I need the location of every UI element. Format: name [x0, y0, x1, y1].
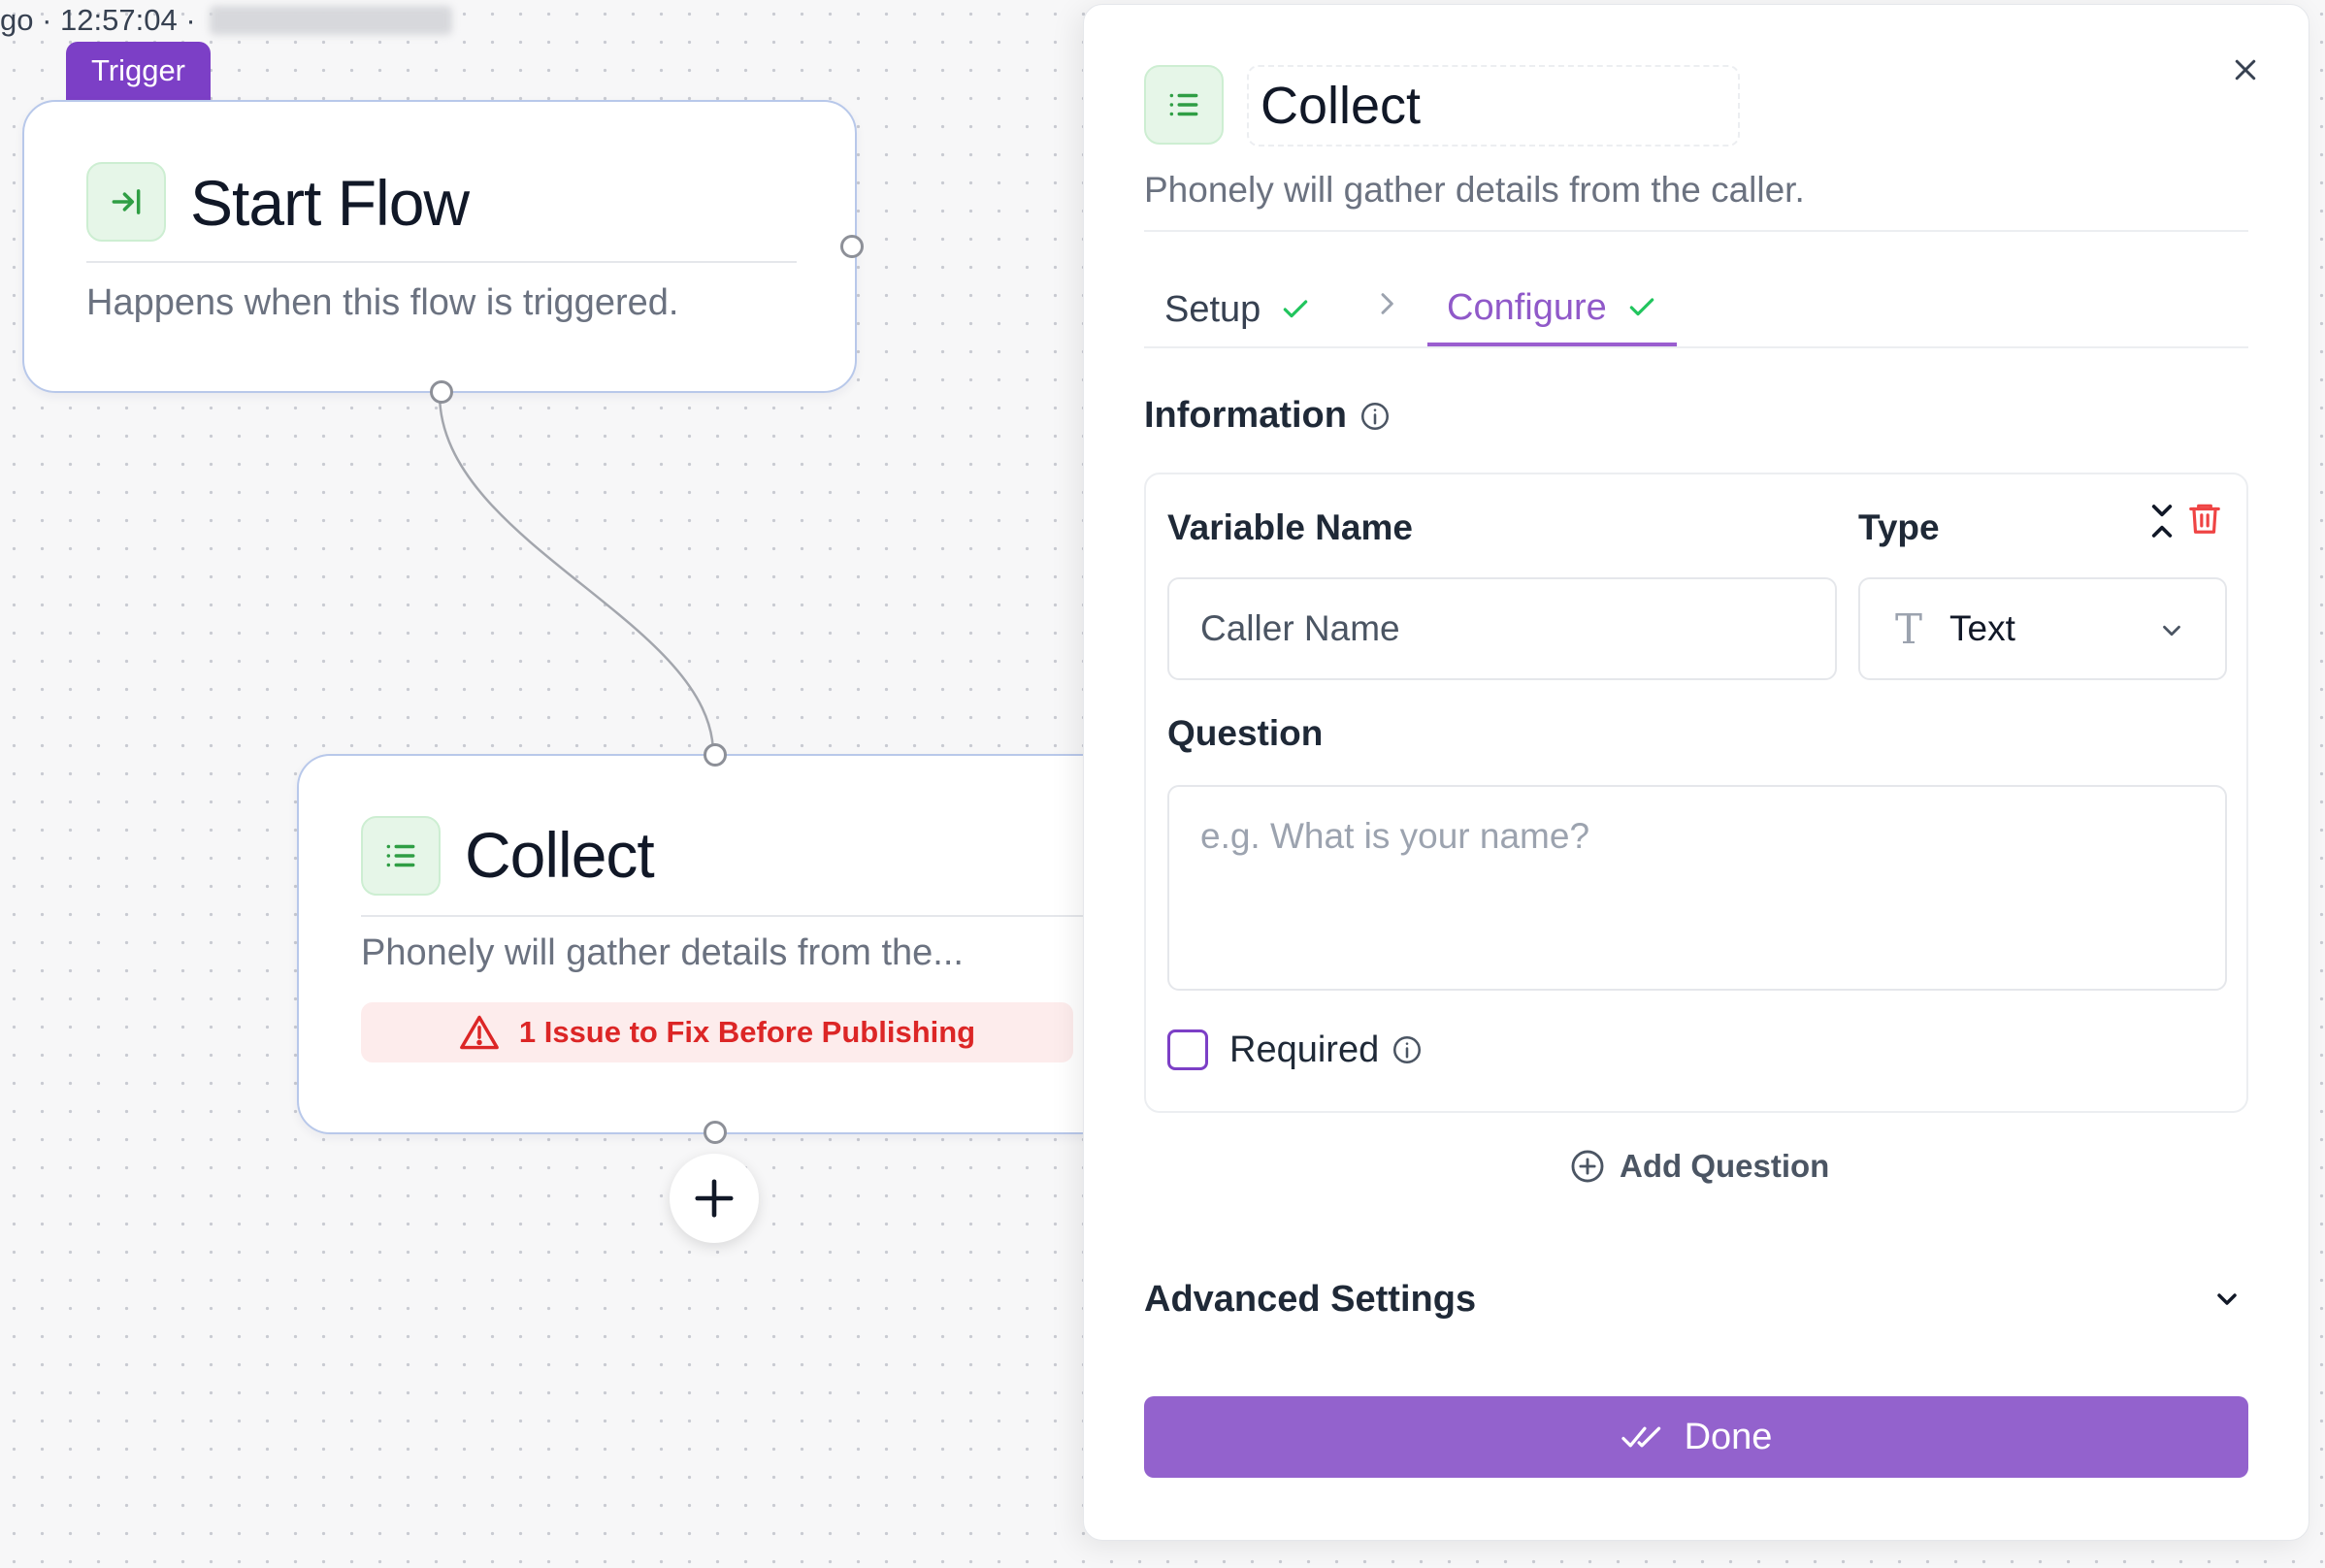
close-button[interactable] [2223, 48, 2268, 92]
tab-label: Setup [1164, 288, 1261, 330]
required-field: Required [1229, 1029, 1424, 1070]
check-icon [1284, 300, 1308, 318]
question-textarea[interactable]: e.g. What is your name? [1167, 785, 2227, 991]
info-icon[interactable] [1391, 1033, 1424, 1066]
list-icon [1144, 65, 1224, 145]
chevron-right-icon [1381, 293, 1393, 314]
issue-text: 1 Issue to Fix Before Publishing [518, 1015, 976, 1049]
type-value: Text [1949, 608, 2015, 648]
information-heading: Information [1144, 395, 1392, 437]
type-select[interactable]: T Text [1858, 577, 2227, 680]
issue-warning[interactable]: 1 Issue to Fix Before Publishing [361, 1002, 1073, 1062]
question-label: Question [1167, 713, 1324, 753]
panel-description: Phonely will gather details from the cal… [1144, 170, 1805, 210]
input-handle-top[interactable] [704, 743, 727, 767]
done-label: Done [1684, 1416, 1773, 1457]
collect-node[interactable]: Collect Phonely will gather details from… [297, 743, 1114, 1144]
question-card: Variable Name Type Caller Name T Text Qu… [1144, 473, 2248, 1113]
variable-name-label: Variable Name [1167, 507, 1413, 547]
collapse-icon[interactable] [2145, 502, 2178, 540]
double-check-icon [1621, 1426, 1660, 1448]
type-label: Type [1858, 507, 1940, 547]
plus-circle-icon [1571, 1150, 1604, 1183]
close-icon [2235, 59, 2256, 81]
required-label: Required [1229, 1029, 1380, 1070]
node-description: Phonely will gather details from the... [361, 932, 964, 973]
plus-icon [695, 1179, 734, 1218]
output-handle-bottom[interactable] [430, 380, 453, 404]
start-flow-node[interactable]: Start Flow Happens when this flow is tri… [22, 100, 864, 404]
trigger-badge: Trigger [66, 42, 211, 100]
output-handle-bottom[interactable] [704, 1121, 727, 1144]
node-title: Start Flow [190, 167, 470, 239]
divider [1144, 230, 2248, 232]
tab-label: Configure [1447, 286, 1607, 328]
tab-setup[interactable]: Setup [1164, 273, 1311, 346]
info-icon[interactable] [1359, 400, 1392, 433]
variable-name-input[interactable]: Caller Name [1167, 577, 1837, 680]
enter-arrow-icon [86, 162, 166, 242]
tab-configure[interactable]: Configure [1427, 273, 1677, 346]
chevron-down-icon [2163, 625, 2180, 637]
add-question-label: Add Question [1620, 1148, 1830, 1184]
check-icon [1629, 298, 1654, 316]
chevron-down-icon [2217, 1293, 2237, 1305]
done-button[interactable]: Done [1144, 1396, 2248, 1478]
advanced-settings-toggle[interactable]: Advanced Settings [1144, 1272, 2248, 1326]
node-title: Collect [465, 819, 655, 891]
trash-icon[interactable] [2186, 498, 2223, 539]
warning-icon [459, 1015, 499, 1050]
add-question-button[interactable]: Add Question [1569, 1142, 1829, 1191]
advanced-settings-label: Advanced Settings [1144, 1278, 1477, 1320]
list-icon [361, 816, 441, 896]
node-config-panel: Collect Phonely will gather details from… [1083, 4, 2309, 1541]
tabs-divider [1144, 346, 2248, 348]
required-checkbox[interactable] [1167, 1029, 1208, 1070]
add-node-button[interactable] [670, 1154, 759, 1243]
node-title-input[interactable]: Collect [1247, 65, 1740, 147]
node-description: Happens when this flow is triggered. [86, 282, 679, 323]
divider [361, 915, 1114, 917]
text-type-icon: T [1895, 604, 1923, 653]
output-handle-right[interactable] [840, 235, 864, 258]
information-label: Information [1144, 395, 1347, 436]
divider [86, 261, 797, 263]
